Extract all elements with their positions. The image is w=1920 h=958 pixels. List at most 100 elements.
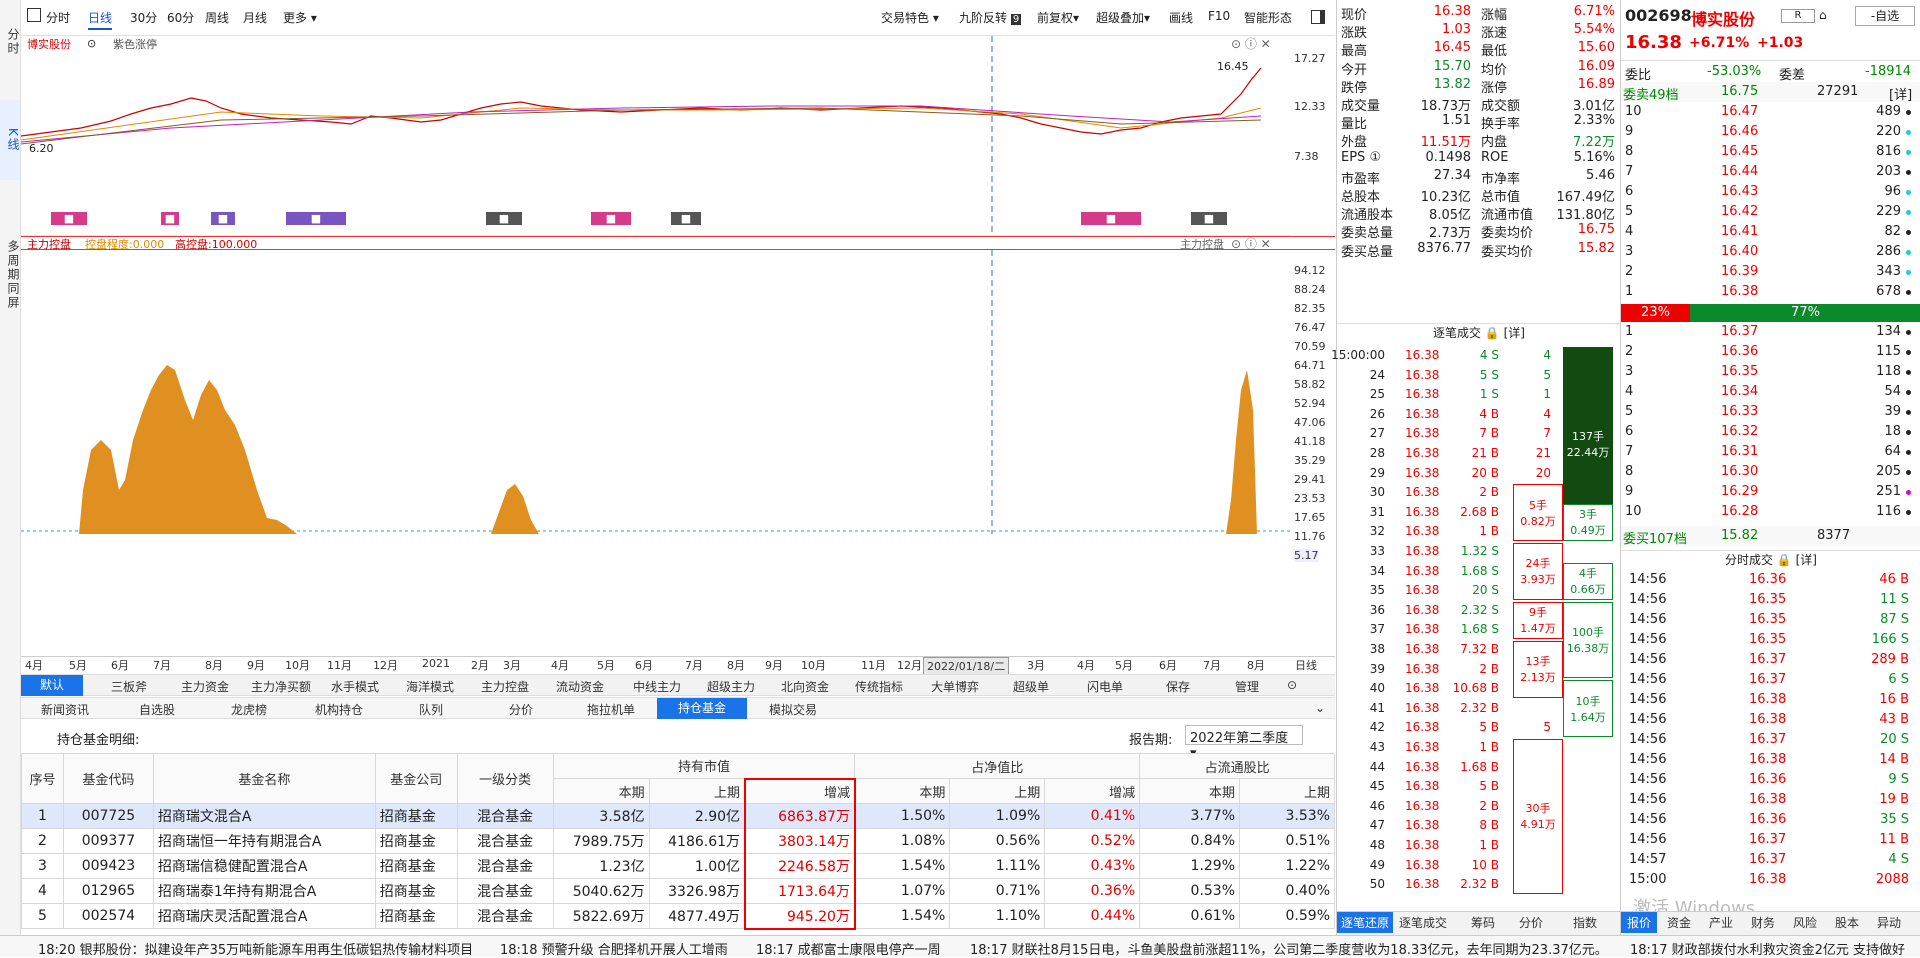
indicator-tab[interactable]: 水手模式	[331, 678, 379, 695]
indicator-tab[interactable]: 三板斧	[111, 678, 147, 695]
indicator-tab[interactable]: 超级单	[1013, 678, 1049, 695]
cell-n-chg: 0.44%	[1044, 903, 1141, 929]
info-tab[interactable]: 新闻资讯	[41, 701, 89, 718]
info-tab[interactable]: 自选股	[139, 701, 175, 718]
sell-detail-link[interactable]: [详]	[1889, 84, 1912, 103]
indicator-tab[interactable]: 主力净买额	[251, 678, 311, 695]
indicator-tab-default[interactable]: 默认	[21, 675, 83, 696]
table-row[interactable]: 2 009377 招商瑞恒一年持有期混合A 招商基金 混合基金 7989.75万…	[21, 828, 1335, 854]
period-tab-daily[interactable]: 日线	[88, 9, 113, 30]
bottom-tab[interactable]: 逐笔还原	[1337, 912, 1393, 933]
indicator-tab[interactable]: 流动资金	[556, 678, 604, 695]
table-row[interactable]: 5 002574 招商瑞庆灵活配置混合A 招商基金 混合基金 5822.69万 …	[21, 903, 1335, 930]
indicator-tab[interactable]: 大单博弈	[931, 678, 979, 695]
smart-pattern-button[interactable]: 智能形态	[1244, 9, 1292, 26]
minute-time: 14:56	[1629, 672, 1667, 687]
expand-down-icon[interactable]: ⌄	[1315, 701, 1325, 715]
indicator-tab[interactable]: 中线主力	[633, 678, 681, 695]
view-fenshi[interactable]: 分时	[0, 20, 20, 64]
indicator-tab[interactable]: 主力资金	[181, 678, 229, 695]
bottom-tab[interactable]: 产业	[1709, 915, 1733, 931]
tick-aggregate-block: 100手 16.38万	[1563, 601, 1613, 679]
news-item[interactable]: 18:18 预警升级 合肥择机开展人工增雨	[500, 939, 728, 958]
table-row[interactable]: 3 009423 招商瑞信稳健配置混合A 招商基金 混合基金 1.23亿 1.0…	[21, 853, 1335, 879]
kline-chart[interactable]: 博实股份 ⊙ 紫色涨停 ⊙ ⓘ ✕ 16.45 6.20 17.27 12.33…	[21, 36, 1335, 236]
info-tab[interactable]: 分价	[509, 701, 533, 718]
draw-line-button[interactable]: 画线	[1169, 9, 1193, 26]
indicator-tab[interactable]: 闪电单	[1087, 678, 1123, 695]
jiujie-reversal-button[interactable]: 九阶反转 9	[959, 9, 1022, 26]
bottom-tab[interactable]: 风险	[1793, 915, 1817, 931]
overlay-dropdown[interactable]: 超级叠加▾	[1096, 9, 1150, 26]
indicator-tab[interactable]: 主力控盘	[481, 678, 529, 695]
news-item[interactable]: 18:17 财联社8月15日电，斗鱼美股盘前涨超11%，公司第二季度营收为18.…	[970, 939, 1608, 958]
indicator-tab[interactable]: 北向资金	[781, 678, 829, 695]
minute-volume: 2088	[1875, 872, 1909, 887]
indicator-tab[interactable]: 海洋模式	[406, 678, 454, 695]
tick-lot: 5	[1543, 720, 1551, 735]
time-axis-label: 8月	[205, 659, 223, 672]
news-item[interactable]: 18:17 财政部拨付水利救灾资金2亿元 支持做好	[1630, 939, 1905, 958]
cell-h-chg: 2246.58万	[744, 853, 856, 879]
indicator-tab[interactable]: 保存	[1166, 678, 1190, 695]
info-tab[interactable]: 机构持仓	[315, 701, 363, 718]
tick-price: 16.38	[1405, 524, 1440, 539]
table-row[interactable]: 4 012965 招商瑞泰1年持有期混合A 招商基金 混合基金 5040.62万…	[21, 878, 1335, 904]
cell-f-prev: 0.51%	[1239, 828, 1335, 854]
indicator-tab[interactable]: 管理	[1235, 678, 1259, 695]
period-tab-weekly[interactable]: 周线	[205, 9, 229, 26]
layout-icon[interactable]	[27, 8, 41, 22]
info-tab[interactable]: 模拟交易	[769, 701, 817, 718]
collapse-up-icon[interactable]: ⊙	[1287, 678, 1297, 692]
bottom-tab[interactable]: 筹码	[1471, 915, 1495, 931]
tick-time: 26	[1369, 406, 1385, 421]
block-lots: 137手	[1572, 430, 1604, 443]
alarm-icon[interactable]: ⌂	[1819, 8, 1827, 22]
tick-lot: 4	[1543, 406, 1551, 421]
info-tab-fund-holdings[interactable]: 持仓基金	[657, 698, 747, 719]
bottom-tab[interactable]: 报价	[1621, 912, 1657, 933]
add-watchlist-button[interactable]: -自选	[1855, 6, 1915, 26]
event-marker: ■	[486, 212, 522, 225]
bottom-tab[interactable]: 异动	[1877, 915, 1901, 931]
period-more-dropdown[interactable]: 更多 ▾	[283, 9, 317, 26]
bottom-tab[interactable]: 分价	[1519, 915, 1543, 931]
view-kline[interactable]: K线	[0, 100, 20, 180]
minute-detail-link[interactable]: [详]	[1796, 553, 1817, 567]
buy-level: 10	[1625, 504, 1642, 519]
period-tab-fenshi[interactable]: 分时	[46, 9, 70, 26]
panel-toggle-icon[interactable]	[1311, 10, 1325, 24]
period-tab-monthly[interactable]: 月线	[243, 9, 267, 26]
kline-plot	[21, 36, 1291, 236]
fuquan-dropdown[interactable]: 前复权▾	[1037, 9, 1079, 26]
report-period-select[interactable]: 2022年第二季度 ▾	[1185, 725, 1303, 761]
tick-list: 15:00:00 16.38 4 S 4 24 16.38 5 S 5 25 16.38 1 S12…	[1331, 346, 1621, 904]
bottom-tab[interactable]: 财务	[1751, 915, 1775, 931]
tick-time: 30	[1369, 485, 1385, 500]
info-tab[interactable]: 龙虎榜	[231, 701, 267, 718]
indicator-tab[interactable]: 传统指标	[855, 678, 903, 695]
sell-price: 16.38	[1721, 284, 1759, 299]
table-row[interactable]: 1 007725 招商瑞文混合A 招商基金 混合基金 3.58亿 2.90亿 6…	[21, 803, 1335, 829]
period-tab-30m[interactable]: 30分	[130, 9, 157, 26]
info-tab[interactable]: 拖拉机单	[587, 701, 635, 718]
tick-detail-link[interactable]: [详]	[1504, 326, 1525, 340]
bottom-tab[interactable]: 资金	[1667, 915, 1691, 931]
f10-button[interactable]: F10	[1208, 9, 1230, 23]
sell-price: 16.40	[1721, 244, 1759, 259]
bottom-tab[interactable]: 指数	[1573, 915, 1597, 931]
bottom-tab[interactable]: 股本	[1835, 915, 1859, 931]
tick-price: 16.38	[1405, 818, 1440, 833]
indicator-axis-label: 58.82	[1294, 378, 1326, 391]
period-tab-60m[interactable]: 60分	[167, 9, 194, 26]
bottom-tab[interactable]: 逐笔成交	[1399, 915, 1447, 931]
news-item[interactable]: 18:20 银邦股份：拟建设年产35万吨新能源车用再生低碳铝热传输材料项目	[38, 939, 473, 958]
trade-feature-dropdown[interactable]: 交易特色 ▾	[881, 9, 939, 26]
indicator-chart[interactable]: 主力控盘 控盘程度:0.000 高控盘:100.000 主力控盘 ⊙ ⓘ ✕ 9…	[21, 236, 1335, 672]
indicator-axis-label: 70.59	[1294, 340, 1326, 353]
news-item[interactable]: 18:17 成都富士康限电停产一周	[756, 939, 941, 958]
time-axis-label: 6月	[1159, 659, 1177, 672]
indicator-tab[interactable]: 超级主力	[707, 678, 755, 695]
view-multi-period[interactable]: 多周期同屏	[0, 230, 20, 320]
info-tab[interactable]: 队列	[419, 701, 443, 718]
